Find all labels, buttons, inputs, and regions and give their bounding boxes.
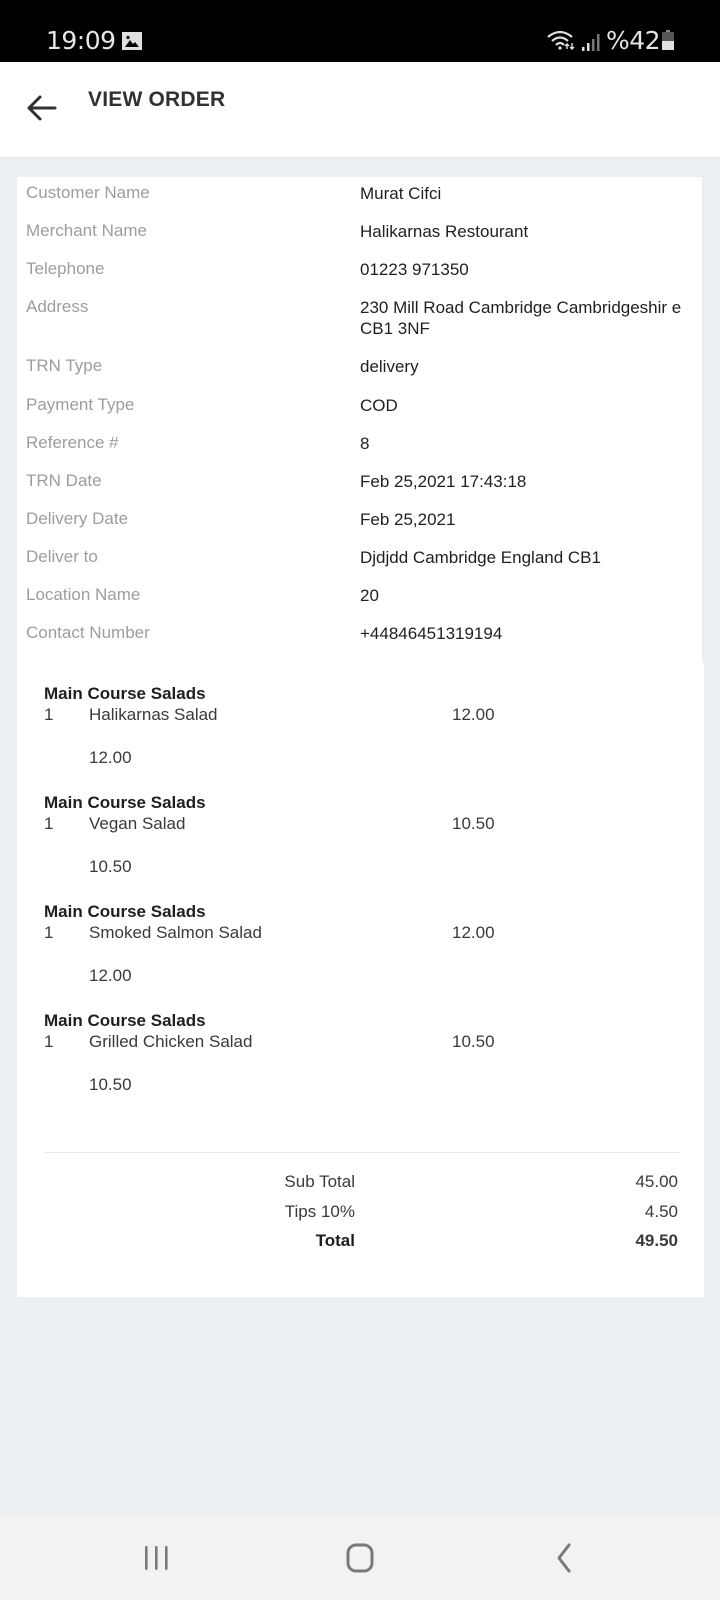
item-quantity: 1 [44,1032,54,1051]
tips-label: Tips 10% [284,1202,355,1221]
info-label: Contact Number [26,623,150,642]
item-line-total: 10.50 [89,857,132,876]
home-button[interactable] [340,1540,380,1576]
tips-row: Tips 10% 4.50 [17,1202,704,1226]
info-value: 01223 971350 [360,260,469,279]
battery-icon [662,30,674,50]
home-icon [346,1543,374,1573]
order-items-card: Main Course Salads 1 Halikarnas Salad 12… [17,663,704,1297]
chevron-left-icon [557,1543,571,1573]
info-value: Feb 25,2021 17:43:18 [360,472,527,491]
info-label: Customer Name [26,183,150,202]
total-value: 49.50 [635,1231,678,1250]
back-button[interactable] [22,88,62,128]
info-label: TRN Date [26,471,102,490]
info-value: 20 [360,586,379,605]
signal-icon [582,34,600,51]
info-label: Delivery Date [26,509,129,528]
item-quantity: 1 [44,814,54,833]
app-bar: VIEW ORDER [0,62,720,158]
info-label: Address [26,297,89,316]
totals-divider [44,1152,679,1153]
arrow-left-icon [27,95,57,121]
info-value: delivery [360,357,419,376]
item-category: Main Course Salads [44,902,206,921]
subtotal-row: Sub Total 45.00 [17,1172,704,1196]
item-quantity: 1 [44,705,54,724]
info-value: Feb 25,2021 [360,510,456,529]
item-name: Grilled Chicken Salad [89,1032,253,1051]
item-price: 12.00 [452,923,495,942]
info-label: Merchant Name [26,221,147,240]
item-category: Main Course Salads [44,1011,206,1030]
status-time: 19:09 [46,26,116,55]
item-line-total: 10.50 [89,1075,132,1094]
info-value: 8 [360,434,370,453]
item-category: Main Course Salads [44,793,206,812]
item-price: 10.50 [452,814,495,833]
item-name: Vegan Salad [89,814,186,833]
tips-value: 4.50 [644,1202,678,1221]
total-label: Total [315,1231,355,1250]
info-value: COD [360,396,398,415]
page-title: VIEW ORDER [88,88,226,111]
item-category: Main Course Salads [44,684,206,703]
order-info-card: Customer Name Murat Cifci Merchant Name … [17,177,702,664]
info-label: Payment Type [26,395,135,414]
system-back-button[interactable] [545,1540,585,1576]
info-label: Deliver to [26,547,98,566]
info-label: Reference # [26,433,119,452]
info-label: Location Name [26,585,141,604]
info-value: 230 Mill Road Cambridge Cambridgeshir e … [360,298,682,338]
item-line-total: 12.00 [89,748,132,767]
info-value: +44846451319194 [360,624,503,643]
recent-apps-button[interactable] [137,1540,177,1576]
item-name: Halikarnas Salad [89,705,218,724]
info-label: TRN Type [26,356,103,375]
wifi-icon [547,30,575,50]
info-value: Murat Cifci [360,184,442,203]
info-value: Halikarnas Restourant [360,222,529,241]
system-nav-bar [0,1514,720,1600]
recent-apps-icon [145,1546,168,1570]
info-label: Telephone [26,259,105,278]
item-price: 10.50 [452,1032,495,1051]
item-name: Smoked Salmon Salad [89,923,262,942]
item-quantity: 1 [44,923,54,942]
info-value: Djdjdd Cambridge England CB1 [360,548,601,567]
status-bar: 19:09 %42 [0,0,720,62]
total-row: Total 49.50 [17,1231,704,1255]
battery-percentage: %42 [606,26,661,55]
subtotal-value: 45.00 [635,1172,678,1191]
image-icon [122,32,142,50]
item-price: 12.00 [452,705,495,724]
item-line-total: 12.00 [89,966,132,985]
subtotal-label: Sub Total [284,1172,355,1191]
